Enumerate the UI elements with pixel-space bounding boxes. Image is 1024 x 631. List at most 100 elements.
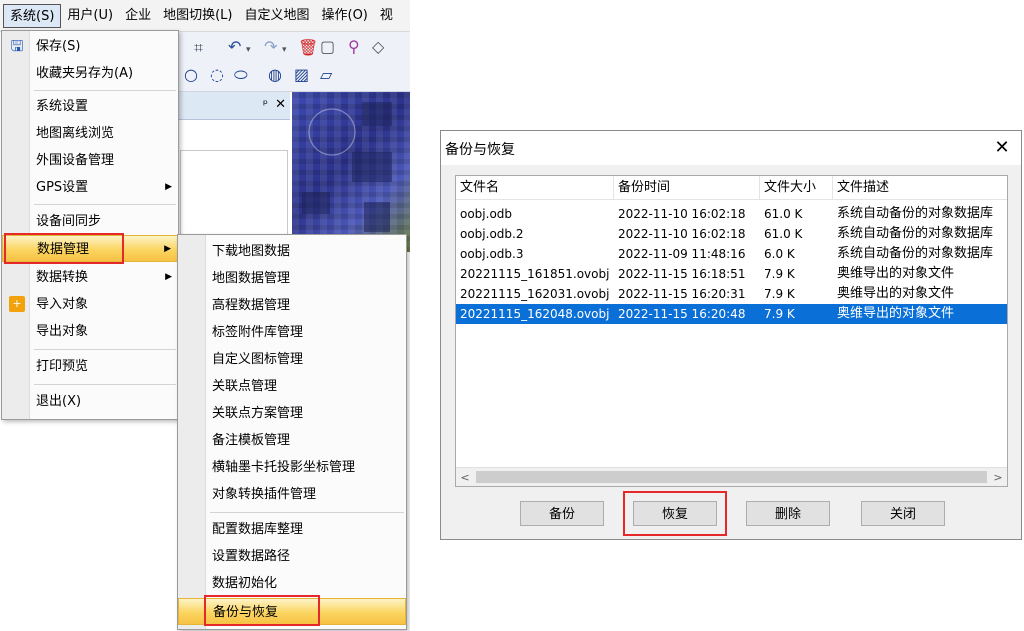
cell-backup-time: 2022-11-10 16:02:18 xyxy=(618,227,746,241)
menu-item-utm-coordinate-manage[interactable]: 横轴墨卡托投影坐标管理 xyxy=(178,454,406,481)
menu-item-offline-map[interactable]: 地图离线浏览 xyxy=(2,120,178,147)
cell-backup-time: 2022-11-15 16:20:31 xyxy=(618,287,746,301)
menu-system[interactable]: 系统(S) xyxy=(3,3,62,28)
side-panel-body xyxy=(180,150,288,240)
delete-button[interactable]: 删除 xyxy=(746,501,830,526)
menu-item-peripherals[interactable]: 外围设备管理 xyxy=(2,147,178,174)
menu-item-download-map-data[interactable]: 下载地图数据 xyxy=(178,238,406,265)
redo-icon[interactable]: ↷ xyxy=(264,37,277,57)
satellite-map[interactable] xyxy=(292,92,410,252)
menu-item-data-init[interactable]: 数据初始化 xyxy=(178,570,406,597)
column-header-backup-time[interactable]: 备份时间 xyxy=(614,176,760,200)
cell-file-size: 7.9 K xyxy=(764,287,795,301)
menu-map-switch[interactable]: 地图切换(L) xyxy=(157,4,238,28)
cell-backup-time: 2022-11-15 16:20:48 xyxy=(618,307,746,321)
hatched-circle-icon[interactable]: ◍ xyxy=(268,65,282,85)
menu-item-save[interactable]: 🖫 保存(S) xyxy=(2,33,178,60)
menu-item-link-point-manage[interactable]: 关联点管理 xyxy=(178,373,406,400)
map-pin-icon[interactable]: ⚲ xyxy=(348,37,360,57)
cell-backup-time: 2022-11-09 11:48:16 xyxy=(618,247,746,261)
table-row[interactable]: oobj.odb.3 2022-11-09 11:48:16 6.0 K 系统自… xyxy=(456,244,1007,264)
cell-file-size: 7.9 K xyxy=(764,307,795,321)
cell-backup-time: 2022-11-10 16:02:18 xyxy=(618,207,746,221)
toolbar: ⌗ ↶ ▾ ↷ ▾ 🗑 ▢ ⚲ ◇ ○ ◌ ⬭ ◍ ▨ ▱ xyxy=(178,32,410,92)
cell-file-description: 奥维导出的对象文件 xyxy=(837,286,955,301)
menu-item-elevation-data-manage[interactable]: 高程数据管理 xyxy=(178,292,406,319)
menu-item-object-convert-plugin-manage[interactable]: 对象转换插件管理 xyxy=(178,481,406,508)
scroll-left-icon[interactable]: < xyxy=(456,468,474,486)
menu-item-gps-settings[interactable]: GPS设置 ▶ xyxy=(2,174,178,201)
pin-icon[interactable]: ᵖ xyxy=(263,97,268,111)
import-icon: + xyxy=(9,296,25,312)
menu-item-note-template-manage[interactable]: 备注模板管理 xyxy=(178,427,406,454)
backup-restore-dialog: 备份与恢复 ✕ 文件名 备份时间 文件大小 文件描述 oobj.odb 2022… xyxy=(440,130,1022,540)
cell-filename: 20221115_162031.ovobj xyxy=(460,287,610,301)
cell-file-description: 奥维导出的对象文件 xyxy=(837,306,955,321)
backup-file-list[interactable]: 文件名 备份时间 文件大小 文件描述 oobj.odb 2022-11-10 1… xyxy=(455,175,1008,487)
menu-enterprise[interactable]: 企业 xyxy=(119,4,157,28)
menu-item-link-point-scheme-manage[interactable]: 关联点方案管理 xyxy=(178,400,406,427)
menu-item-exit[interactable]: 退出(X) xyxy=(2,388,178,415)
cell-filename: 20221115_161851.ovobj xyxy=(460,267,610,281)
menu-item-set-data-path[interactable]: 设置数据路径 xyxy=(178,543,406,570)
diamond-icon[interactable]: ◇ xyxy=(372,37,384,57)
close-button[interactable]: 关闭 xyxy=(861,501,945,526)
column-header-filename[interactable]: 文件名 xyxy=(456,176,614,200)
arc-icon[interactable]: ◌ xyxy=(210,65,224,85)
dialog-title: 备份与恢复 xyxy=(445,142,515,158)
column-header-file-description[interactable]: 文件描述 xyxy=(833,176,1007,200)
menu-item-save-favorites-as[interactable]: 收藏夹另存为(A) xyxy=(2,60,178,87)
cell-file-size: 6.0 K xyxy=(764,247,795,261)
delete-icon[interactable]: 🗑 xyxy=(298,38,318,58)
table-row-selected[interactable]: 20221115_162048.ovobj 2022-11-15 16:20:4… xyxy=(456,304,1007,324)
scrollbar-thumb[interactable] xyxy=(476,471,987,483)
menu-item-export-objects[interactable]: 导出对象 xyxy=(2,318,178,345)
data-management-submenu: 下载地图数据 地图数据管理 高程数据管理 标签附件库管理 自定义图标管理 关联点… xyxy=(177,234,407,630)
annotation-highlight-backup-restore xyxy=(204,595,320,626)
polygon-icon[interactable]: ▱ xyxy=(320,65,332,85)
chevron-down-icon[interactable]: ▾ xyxy=(282,40,287,60)
ellipse-icon[interactable]: ⬭ xyxy=(234,65,248,85)
cell-file-size: 7.9 K xyxy=(764,267,795,281)
menu-view[interactable]: 视 xyxy=(374,4,399,28)
menu-item-device-sync[interactable]: 设备间同步 xyxy=(2,208,178,235)
cell-file-description: 系统自动备份的对象数据库 xyxy=(837,206,994,221)
menu-item-system-settings[interactable]: 系统设置 xyxy=(2,93,178,120)
annotation-highlight-data-management xyxy=(4,233,124,264)
cell-file-description: 奥维导出的对象文件 xyxy=(837,266,955,281)
table-row[interactable]: 20221115_162031.ovobj 2022-11-15 16:20:3… xyxy=(456,284,1007,304)
circle-icon[interactable]: ○ xyxy=(184,65,198,85)
menu-item-tag-attachment-manage[interactable]: 标签附件库管理 xyxy=(178,319,406,346)
menu-bar: 系统(S) 用户(U) 企业 地图切换(L) 自定义地图 操作(O) 视 xyxy=(0,0,410,32)
chevron-right-icon: ▶ xyxy=(165,272,172,282)
hatched-square-icon[interactable]: ▨ xyxy=(294,65,309,85)
menu-item-import-objects[interactable]: + 导入对象 xyxy=(2,291,178,318)
menu-item-config-db-cleanup[interactable]: 配置数据库整理 xyxy=(178,516,406,543)
menu-user[interactable]: 用户(U) xyxy=(61,4,119,28)
select-rect-icon[interactable]: ▢ xyxy=(320,37,335,57)
column-header-file-size[interactable]: 文件大小 xyxy=(760,176,833,200)
chevron-down-icon[interactable]: ▾ xyxy=(246,40,251,60)
menu-operation[interactable]: 操作(O) xyxy=(316,4,374,28)
undo-icon[interactable]: ↶ xyxy=(228,37,241,57)
table-row[interactable]: oobj.odb.2 2022-11-10 16:02:18 61.0 K 系统… xyxy=(456,224,1007,244)
close-icon[interactable]: ✕ xyxy=(275,97,286,112)
menu-item-print-preview[interactable]: 打印预览 xyxy=(2,353,178,380)
annotation-highlight-restore xyxy=(623,491,727,536)
menu-custom-map[interactable]: 自定义地图 xyxy=(238,4,315,28)
cell-filename: oobj.odb xyxy=(460,207,513,221)
horizontal-scrollbar[interactable]: < > xyxy=(456,467,1007,486)
crop-icon[interactable]: ⌗ xyxy=(194,38,203,58)
table-row[interactable]: 20221115_161851.ovobj 2022-11-15 16:18:5… xyxy=(456,264,1007,284)
cell-filename: 20221115_162048.ovobj xyxy=(460,307,610,321)
close-icon[interactable]: ✕ xyxy=(989,135,1015,161)
table-row[interactable]: oobj.odb 2022-11-10 16:02:18 61.0 K 系统自动… xyxy=(456,204,1007,224)
menu-item-custom-icon-manage[interactable]: 自定义图标管理 xyxy=(178,346,406,373)
menu-item-map-data-manage[interactable]: 地图数据管理 xyxy=(178,265,406,292)
menu-item-data-convert[interactable]: 数据转换 ▶ xyxy=(2,264,178,291)
backup-button[interactable]: 备份 xyxy=(520,501,604,526)
chevron-right-icon: ▶ xyxy=(165,182,172,192)
scroll-right-icon[interactable]: > xyxy=(989,468,1007,486)
main-application: 系统(S) 用户(U) 企业 地图切换(L) 自定义地图 操作(O) 视 ⌗ ↶… xyxy=(0,0,410,631)
cell-filename: oobj.odb.2 xyxy=(460,227,524,241)
